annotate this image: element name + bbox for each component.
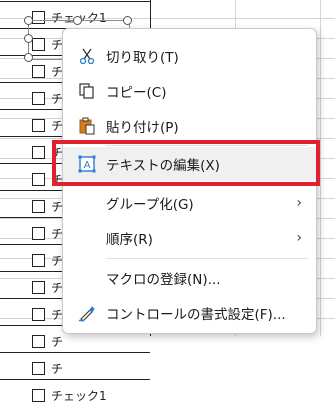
checkbox[interactable] (32, 361, 45, 375)
checkbox[interactable] (32, 145, 45, 159)
menu-item-label: 順序(R) (106, 232, 153, 248)
format-control-icon (77, 303, 97, 323)
checkbox[interactable] (32, 91, 45, 105)
table-row-border (0, 379, 150, 380)
menu-item-order[interactable]: 順序(R) › (63, 221, 316, 255)
checkbox-row[interactable]: チェック1 (32, 385, 107, 405)
checkbox[interactable] (32, 64, 45, 78)
checkbox[interactable] (32, 199, 45, 213)
checkbox-row[interactable]: チ (32, 223, 63, 243)
checkbox[interactable] (32, 226, 45, 240)
menu-item-label: コピー(C) (106, 85, 167, 101)
menu-item-label: 切り取り(T) (106, 50, 179, 66)
menu-item-cut[interactable]: 切り取り(T) (63, 39, 316, 73)
menu-separator (106, 258, 308, 259)
checkbox-row[interactable]: チ (32, 250, 63, 270)
checkbox[interactable] (32, 334, 45, 348)
menu-item-assign-macro[interactable]: マクロの登録(N)... (63, 261, 316, 295)
checkbox-label: チ (51, 361, 64, 376)
checkbox-row[interactable]: チ (32, 331, 63, 351)
checkbox-row[interactable]: チ (32, 61, 63, 81)
menu-item-label: マクロの登録(N)... (106, 272, 221, 288)
checkbox[interactable] (32, 118, 45, 132)
menu-item-paste[interactable]: 貼り付け(P) (63, 109, 316, 143)
checkbox-row[interactable]: チ (32, 277, 63, 297)
menu-item-copy[interactable]: コピー(C) (63, 74, 316, 108)
menu-item-label: 貼り付け(P) (106, 120, 179, 136)
highlight-box (52, 140, 320, 186)
resize-handle[interactable] (24, 53, 33, 62)
checkbox-row[interactable]: チ (32, 115, 63, 135)
checkbox[interactable] (32, 388, 45, 402)
checkbox[interactable] (32, 307, 45, 321)
scissors-icon (77, 46, 97, 66)
menu-item-label: コントロールの書式設定(F)... (106, 307, 286, 323)
checkbox-row[interactable]: チ (32, 358, 63, 378)
chevron-right-icon: › (296, 230, 302, 246)
resize-handle[interactable] (24, 34, 33, 43)
paste-icon (77, 116, 97, 136)
resize-handle[interactable] (123, 16, 132, 25)
checkbox[interactable] (32, 253, 45, 267)
copy-icon (77, 81, 97, 101)
resize-handle[interactable] (24, 16, 33, 25)
checkbox-label: チェック1 (51, 388, 107, 403)
menu-item-label: グループ化(G) (106, 197, 194, 213)
table-row-border (0, 352, 150, 353)
checkbox-row[interactable]: チ (32, 196, 63, 216)
checkbox[interactable] (32, 280, 45, 294)
gridline (320, 0, 321, 336)
checkbox-row[interactable]: チ (32, 304, 63, 324)
table-row-border (0, 1, 150, 2)
menu-item-format-control[interactable]: コントロールの書式設定(F)... (63, 296, 316, 330)
checkbox[interactable] (32, 172, 45, 186)
checkbox-row[interactable]: チ (32, 88, 63, 108)
resize-handle[interactable] (73, 16, 82, 25)
checkbox-label: チ (51, 334, 64, 349)
chevron-right-icon: › (296, 195, 302, 211)
menu-item-group[interactable]: グループ化(G) › (63, 186, 316, 220)
